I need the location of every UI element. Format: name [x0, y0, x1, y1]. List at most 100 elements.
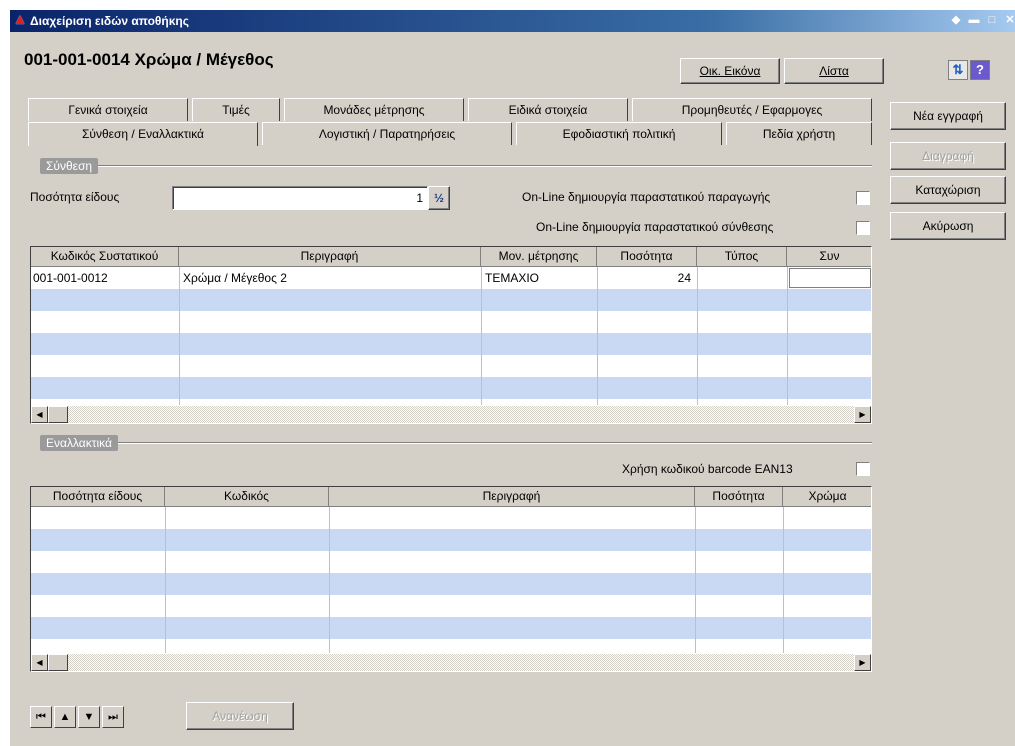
barcode-label: Χρήση κωδικού barcode EAN13	[622, 462, 793, 476]
col-color[interactable]: Χρώμα	[783, 487, 871, 507]
menu-diamond-icon[interactable]: ◆	[948, 13, 964, 27]
tab-special[interactable]: Ειδικά στοιχεία	[468, 98, 628, 121]
online-production-checkbox[interactable]	[856, 191, 870, 205]
delete-button[interactable]: Διαγραφή	[890, 142, 1006, 170]
table-row[interactable]: 001-001-0012 Χρώμα / Μέγεθος 2 ΤΕΜΑΧΙΟ 2…	[31, 267, 871, 289]
table-row[interactable]	[31, 289, 871, 311]
scroll-thumb[interactable]	[48, 406, 68, 423]
refresh-button[interactable]: Ανανέωση	[186, 702, 294, 730]
composition-group-label: Σύνθεση	[40, 158, 99, 174]
window-title: Διαχείριση ειδών αποθήκης	[30, 14, 189, 28]
composition-divider	[40, 165, 872, 167]
refresh-label: Ανανέωση	[212, 709, 268, 723]
cancel-label: Ακύρωση	[922, 219, 974, 233]
tab-general[interactable]: Γενικά στοιχεία	[28, 98, 188, 121]
tab-user-fields[interactable]: Πεδία χρήστη	[726, 122, 872, 145]
tab-units[interactable]: Μονάδες μέτρησης	[284, 98, 464, 121]
table-row[interactable]	[31, 595, 871, 617]
new-record-button[interactable]: Νέα εγγραφή	[890, 102, 1006, 130]
table-row[interactable]	[31, 529, 871, 551]
composition-hscrollbar[interactable]: ◀ ▶	[31, 406, 871, 423]
previous-record-icon[interactable]: ▲	[54, 706, 76, 728]
tab-suppliers[interactable]: Προμηθευτές / Εφαρμογες	[632, 98, 872, 121]
cell-type	[697, 267, 787, 289]
alternatives-group-label: Εναλλακτικά	[40, 435, 118, 451]
grid-divider	[481, 267, 482, 405]
grid-divider	[695, 507, 696, 653]
col-quantity[interactable]: Ποσότητα	[597, 247, 697, 267]
qty-label: Ποσότητα είδους	[30, 190, 120, 204]
table-row[interactable]	[31, 507, 871, 529]
save-button[interactable]: Καταχώριση	[890, 176, 1006, 204]
fraction-icon[interactable]: ½	[428, 186, 450, 210]
tab-supply-policy[interactable]: Εφοδιαστική πολιτική	[516, 122, 722, 145]
scroll-right-icon[interactable]: ▶	[854, 406, 871, 423]
col-alt-quantity[interactable]: Ποσότητα	[695, 487, 783, 507]
maximize-button[interactable]: □	[984, 13, 1000, 27]
scroll-thumb[interactable]	[48, 654, 68, 671]
composition-grid[interactable]: Κωδικός Συστατικού Περιγραφή Μον. μέτρησ…	[30, 246, 872, 424]
app-logo-icon: ▲	[12, 11, 28, 28]
grid-divider	[783, 507, 784, 653]
grid-divider	[329, 507, 330, 653]
first-record-icon[interactable]: ⏮	[30, 706, 52, 728]
scroll-left-icon[interactable]: ◀	[31, 654, 48, 671]
grid-divider	[787, 267, 788, 405]
image-button[interactable]: Οικ. Εικόνα	[680, 58, 780, 84]
table-row[interactable]	[31, 311, 871, 333]
barcode-checkbox[interactable]	[856, 462, 870, 476]
grid-divider	[697, 267, 698, 405]
col-type[interactable]: Τύπος	[697, 247, 787, 267]
alternatives-divider	[40, 442, 872, 444]
tab-prices[interactable]: Τιμές	[192, 98, 280, 121]
cell-syn-edit[interactable]	[789, 268, 871, 288]
tab-accounting[interactable]: Λογιστική / Παρατηρήσεις	[262, 122, 512, 145]
list-button[interactable]: Λίστα	[784, 58, 884, 84]
table-row[interactable]	[31, 573, 871, 595]
list-button-label: Λίστα	[819, 64, 849, 78]
next-record-icon[interactable]: ▼	[78, 706, 100, 728]
sort-icon[interactable]: ⇅	[948, 60, 968, 80]
scroll-right-icon[interactable]: ▶	[854, 654, 871, 671]
header: 001-001-0014 Χρώμα / Μέγεθος Οικ. Εικόνα…	[10, 32, 1015, 94]
cell-unit: ΤΕΜΑΧΙΟ	[485, 271, 540, 285]
table-row[interactable]	[31, 355, 871, 377]
new-record-label: Νέα εγγραφή	[913, 109, 983, 123]
table-row[interactable]	[31, 377, 871, 399]
minimize-button[interactable]: ▬	[966, 13, 982, 27]
cell-code: 001-001-0012	[33, 271, 108, 285]
grid-divider	[179, 267, 180, 405]
alternatives-grid[interactable]: Ποσότητα είδους Κωδικός Περιγραφή Ποσότη…	[30, 486, 872, 672]
grid-divider	[597, 267, 598, 405]
col-item-quantity[interactable]: Ποσότητα είδους	[31, 487, 165, 507]
col-component-code[interactable]: Κωδικός Συστατικού	[31, 247, 179, 267]
main-window: ▲ Διαχείριση ειδών αποθήκης ◆ ▬ □ ✕ 001-…	[10, 10, 1015, 746]
grid-divider	[165, 507, 166, 653]
col-unit[interactable]: Μον. μέτρησης	[481, 247, 597, 267]
col-description[interactable]: Περιγραφή	[179, 247, 481, 267]
online-composition-checkbox[interactable]	[856, 221, 870, 235]
scroll-left-icon[interactable]: ◀	[31, 406, 48, 423]
close-button[interactable]: ✕	[1002, 13, 1015, 27]
online-production-label: On-Line δημιουργία παραστατικού παραγωγή…	[522, 190, 771, 204]
help-icon[interactable]: ?	[970, 60, 990, 80]
record-title: 001-001-0014 Χρώμα / Μέγεθος	[24, 50, 274, 69]
col-code[interactable]: Κωδικός	[165, 487, 329, 507]
table-row[interactable]	[31, 551, 871, 573]
save-label: Καταχώριση	[915, 183, 981, 197]
qty-input[interactable]: 1	[172, 186, 428, 210]
tab-composition[interactable]: Σύνθεση / Εναλλακτικά	[28, 122, 258, 146]
col-alt-description[interactable]: Περιγραφή	[329, 487, 695, 507]
cancel-button[interactable]: Ακύρωση	[890, 212, 1006, 240]
delete-label: Διαγραφή	[922, 149, 974, 163]
alternatives-hscrollbar[interactable]: ◀ ▶	[31, 654, 871, 671]
table-row[interactable]	[31, 617, 871, 639]
title-bar[interactable]: ▲ Διαχείριση ειδών αποθήκης ◆ ▬ □ ✕	[10, 10, 1015, 32]
image-button-label: Οικ. Εικόνα	[699, 64, 761, 78]
col-syn[interactable]: Συν	[787, 247, 871, 267]
cell-description: Χρώμα / Μέγεθος 2	[183, 271, 287, 285]
online-composition-label: On-Line δημιουργία παραστατικού σύνθεσης	[536, 220, 774, 234]
last-record-icon[interactable]: ⏭	[102, 706, 124, 728]
table-row[interactable]	[31, 333, 871, 355]
cell-quantity: 24	[677, 271, 691, 285]
